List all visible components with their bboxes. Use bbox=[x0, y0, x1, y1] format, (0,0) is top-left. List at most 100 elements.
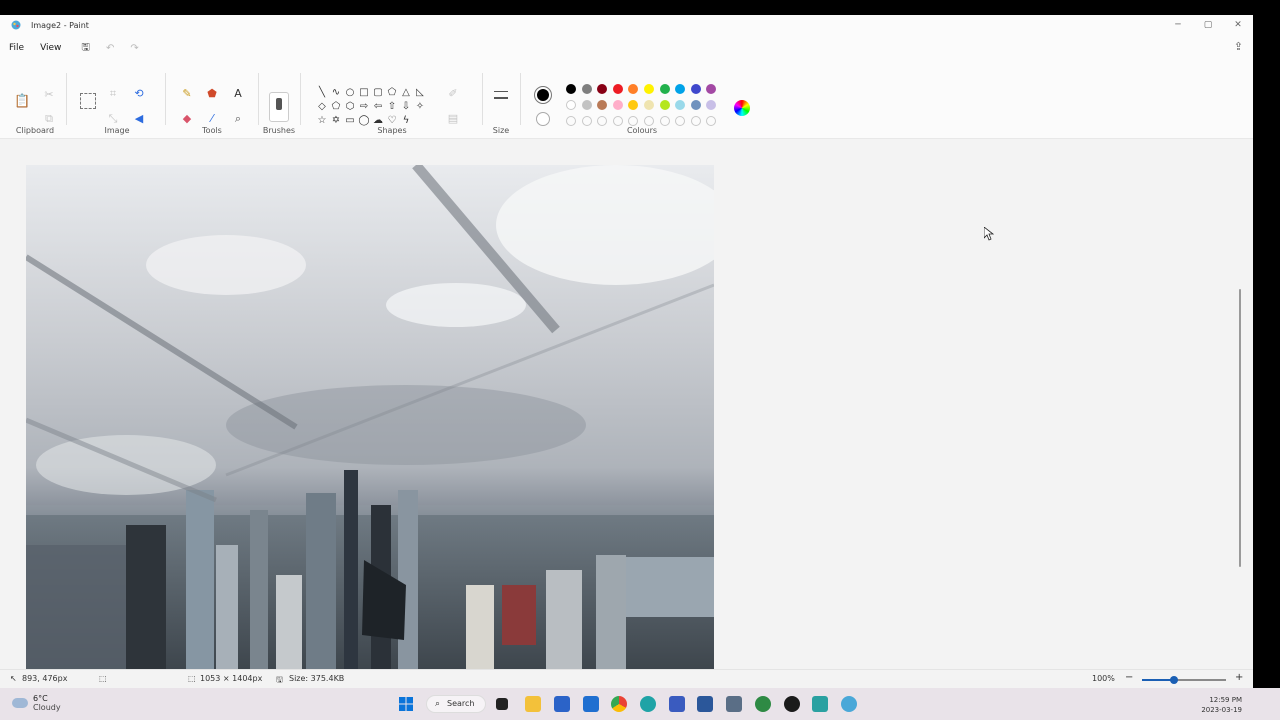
diamond-shape-icon[interactable]: ◇ bbox=[316, 101, 328, 113]
brush-icon[interactable] bbox=[269, 92, 289, 122]
magnifier-icon[interactable]: ⌕ bbox=[231, 112, 245, 126]
palette-swatch[interactable] bbox=[659, 84, 670, 94]
zoom-slider-thumb[interactable] bbox=[1169, 676, 1178, 684]
powershell-icon[interactable] bbox=[669, 696, 685, 712]
redo-icon[interactable]: ↷ bbox=[130, 43, 138, 54]
rectangle-shape-icon[interactable]: □ bbox=[358, 87, 370, 99]
palette-swatch[interactable] bbox=[566, 100, 576, 110]
vertical-scrollbar[interactable] bbox=[1239, 289, 1241, 567]
snipping-tool-icon[interactable] bbox=[726, 696, 742, 712]
paste-icon[interactable]: 📋 bbox=[14, 95, 30, 109]
palette-swatch[interactable] bbox=[581, 100, 592, 110]
rounded-rectangle-shape-icon[interactable]: ▢ bbox=[372, 87, 384, 99]
menu-file[interactable]: File bbox=[9, 43, 24, 53]
palette-swatch[interactable] bbox=[597, 84, 608, 94]
chrome-icon[interactable] bbox=[611, 696, 627, 712]
custom-color-slot[interactable] bbox=[581, 116, 592, 126]
store-icon[interactable] bbox=[554, 696, 570, 712]
line-shape-icon[interactable]: ╲ bbox=[316, 87, 328, 99]
menu-view[interactable]: View bbox=[40, 43, 61, 53]
palette-swatch[interactable] bbox=[644, 100, 654, 110]
custom-color-slot[interactable] bbox=[566, 116, 576, 126]
eraser-icon[interactable]: ◆ bbox=[180, 112, 194, 126]
custom-color-slot[interactable] bbox=[644, 116, 654, 126]
crop-icon[interactable]: ⌗ bbox=[106, 87, 120, 101]
palette-swatch[interactable] bbox=[644, 84, 654, 94]
palette-swatch[interactable] bbox=[675, 84, 686, 94]
zoom-in-icon[interactable]: + bbox=[1235, 672, 1243, 683]
oval-shape-icon[interactable]: ○ bbox=[344, 87, 356, 99]
text-icon[interactable]: A bbox=[231, 87, 245, 101]
size-icon[interactable] bbox=[494, 91, 508, 99]
palette-swatch[interactable] bbox=[675, 100, 686, 110]
undo-icon[interactable]: ↶ bbox=[106, 43, 114, 54]
color-picker-icon[interactable]: ⁄ bbox=[205, 112, 219, 126]
down-arrow-shape-icon[interactable]: ⇩ bbox=[400, 101, 412, 113]
maximize-icon[interactable]: ▢ bbox=[1193, 15, 1223, 35]
fill-icon[interactable]: ⬟ bbox=[205, 87, 219, 101]
pencil-icon[interactable]: ✎ bbox=[180, 87, 194, 101]
canvas-image[interactable] bbox=[26, 165, 714, 669]
right-arrow-shape-icon[interactable]: ⇨ bbox=[358, 101, 370, 113]
save-icon[interactable]: 🖫 bbox=[81, 40, 90, 57]
palette-swatch[interactable] bbox=[628, 84, 639, 94]
flip-icon[interactable]: ◀ bbox=[132, 112, 146, 126]
notepad-icon[interactable] bbox=[812, 696, 828, 712]
rotate-icon[interactable]: ⟲ bbox=[132, 87, 146, 101]
minimize-icon[interactable]: ─ bbox=[1163, 15, 1193, 35]
start-icon[interactable] bbox=[398, 696, 414, 712]
custom-color-slot[interactable] bbox=[597, 116, 608, 126]
palette-swatch[interactable] bbox=[659, 100, 670, 110]
taskbar-search[interactable]: ⌕ Search bbox=[426, 695, 486, 713]
palette-swatch[interactable] bbox=[706, 84, 717, 94]
up-arrow-shape-icon[interactable]: ⇧ bbox=[386, 101, 398, 113]
weather-widget[interactable]: 6°C Cloudy bbox=[12, 694, 61, 712]
custom-color-slot[interactable] bbox=[612, 116, 623, 126]
word-icon[interactable] bbox=[697, 696, 713, 712]
left-arrow-shape-icon[interactable]: ⇦ bbox=[372, 101, 384, 113]
four-point-star-shape-icon[interactable]: ✧ bbox=[414, 101, 426, 113]
custom-color-slot[interactable] bbox=[675, 116, 686, 126]
paint-taskbar-icon[interactable] bbox=[841, 696, 857, 712]
custom-color-slot[interactable] bbox=[706, 116, 717, 126]
palette-swatch[interactable] bbox=[628, 100, 639, 110]
primary-color-swatch[interactable] bbox=[534, 86, 552, 104]
zoom-slider[interactable] bbox=[1142, 676, 1226, 684]
canvas-area[interactable] bbox=[0, 139, 1246, 669]
palette-swatch[interactable] bbox=[581, 84, 592, 94]
polygon-shape-icon[interactable]: ⬠ bbox=[386, 87, 398, 99]
recorder-icon[interactable] bbox=[784, 696, 800, 712]
select-icon[interactable] bbox=[80, 93, 96, 109]
close-icon[interactable]: ✕ bbox=[1223, 15, 1253, 35]
zoom-out-icon[interactable]: − bbox=[1125, 672, 1133, 683]
outline-icon[interactable]: ✐ bbox=[446, 87, 460, 101]
palette-swatch[interactable] bbox=[566, 84, 576, 94]
shape-fill-icon[interactable]: ▤ bbox=[446, 112, 460, 126]
palette-swatch[interactable] bbox=[597, 100, 608, 110]
custom-color-slot[interactable] bbox=[659, 116, 670, 126]
resize-icon[interactable]: ⤡ bbox=[106, 112, 120, 126]
hexagon-shape-icon[interactable]: ⬡ bbox=[344, 101, 356, 113]
copy-icon[interactable]: ⧉ bbox=[42, 112, 56, 126]
right-triangle-shape-icon[interactable]: ◺ bbox=[414, 87, 426, 99]
palette-swatch[interactable] bbox=[612, 100, 623, 110]
custom-color-slot[interactable] bbox=[628, 116, 639, 126]
curve-shape-icon[interactable]: ∿ bbox=[330, 87, 342, 99]
system-clock[interactable]: 12:59 PM 2023-03-19 bbox=[1201, 695, 1242, 715]
palette-swatch[interactable] bbox=[690, 84, 701, 94]
palette-swatch[interactable] bbox=[690, 100, 701, 110]
mail-icon[interactable] bbox=[583, 696, 599, 712]
edit-colors-icon[interactable] bbox=[734, 100, 750, 116]
edge-icon[interactable] bbox=[640, 696, 656, 712]
custom-color-slot[interactable] bbox=[690, 116, 701, 126]
chrome-canary-icon[interactable] bbox=[755, 696, 771, 712]
cut-icon[interactable]: ✂ bbox=[42, 88, 56, 102]
secondary-color-swatch[interactable] bbox=[536, 112, 550, 126]
pentagon-shape-icon[interactable]: ⬠ bbox=[330, 101, 342, 113]
file-explorer-icon[interactable] bbox=[525, 696, 541, 712]
triangle-shape-icon[interactable]: △ bbox=[400, 87, 412, 99]
share-icon[interactable]: ⇪ bbox=[1234, 40, 1243, 53]
palette-swatch[interactable] bbox=[706, 100, 717, 110]
palette-swatch[interactable] bbox=[612, 84, 623, 94]
task-view-icon[interactable] bbox=[496, 698, 508, 710]
